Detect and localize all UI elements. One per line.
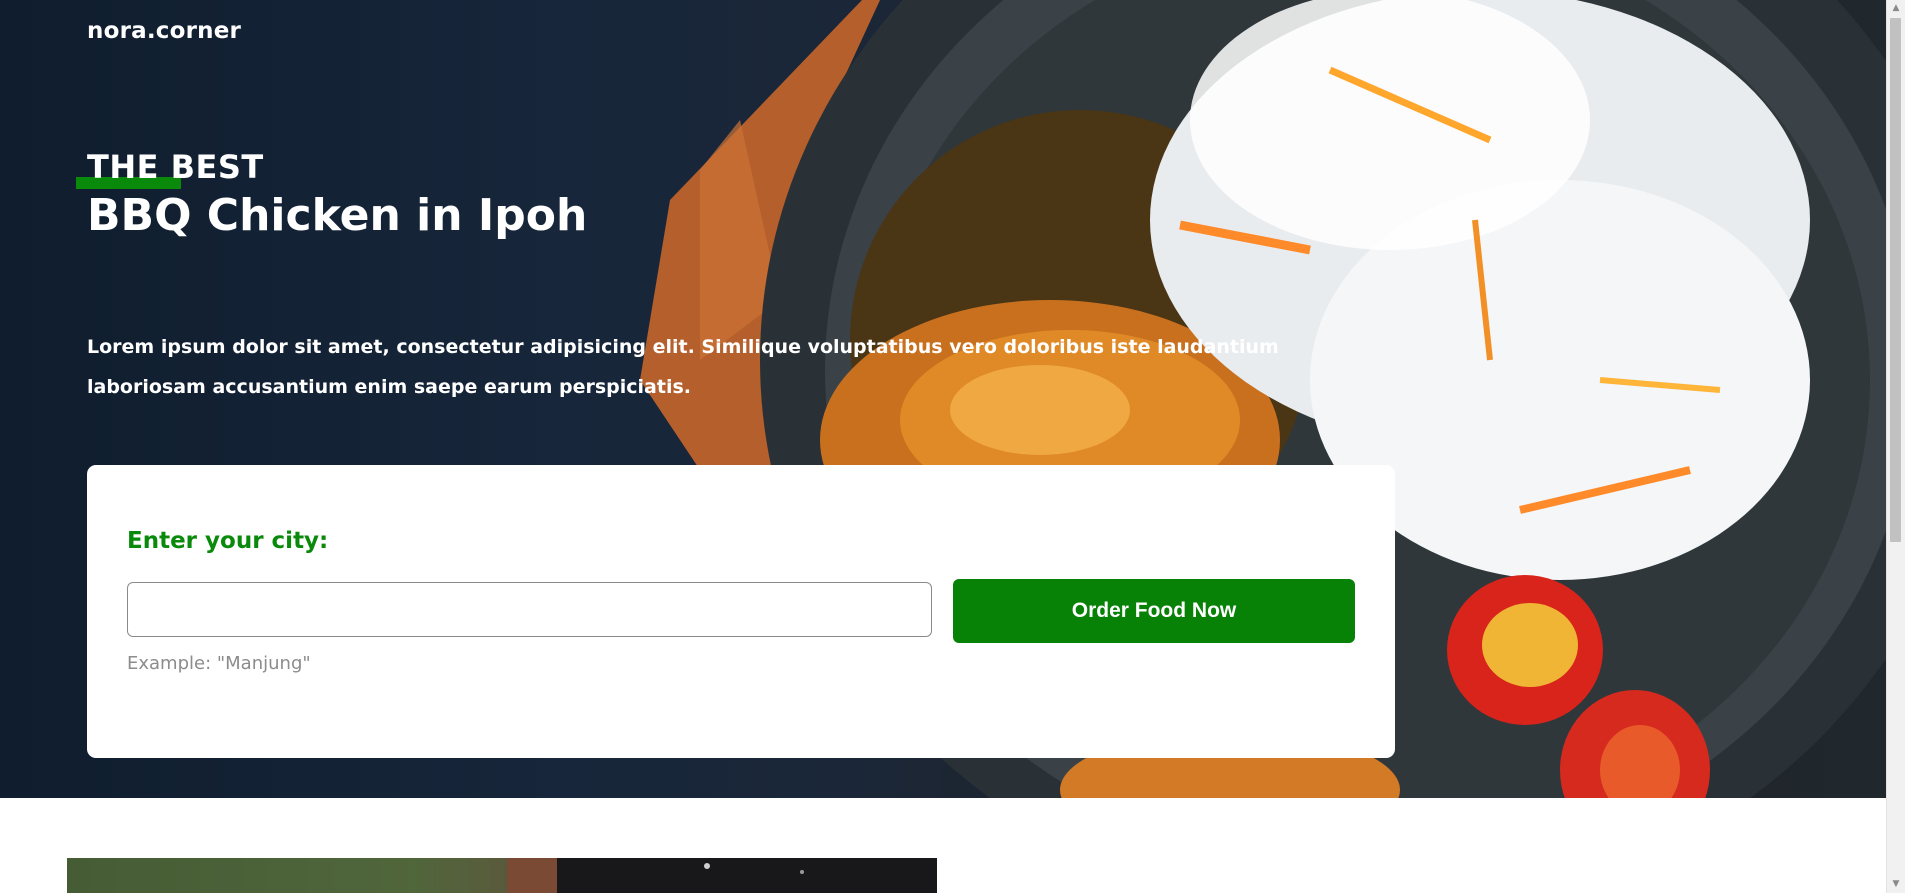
hero-title: BBQ Chicken in Ipoh: [87, 190, 588, 241]
hero-banner: nora.corner THE BEST BBQ Chicken in Ipoh…: [0, 0, 1886, 798]
hero-eyebrow: THE BEST: [87, 148, 264, 186]
city-input[interactable]: [127, 582, 932, 637]
hero-description: Lorem ipsum dolor sit amet, consectetur …: [87, 336, 1279, 398]
order-card: Enter your city: Order Food Now Example:…: [87, 465, 1395, 758]
scroll-up-icon[interactable]: ▲: [1887, 0, 1905, 17]
brand-logo[interactable]: nora.corner: [87, 18, 241, 44]
order-food-button[interactable]: Order Food Now: [953, 579, 1355, 643]
section-preview-image: [67, 858, 937, 893]
city-example-hint: Example: "Manjung": [127, 653, 311, 674]
scroll-down-icon[interactable]: ▼: [1887, 876, 1905, 893]
scroll-thumb[interactable]: [1890, 18, 1901, 542]
section-image-art: [67, 858, 937, 893]
city-label: Enter your city:: [127, 528, 329, 554]
page-scrollbar[interactable]: ▲ ▼: [1886, 0, 1905, 893]
